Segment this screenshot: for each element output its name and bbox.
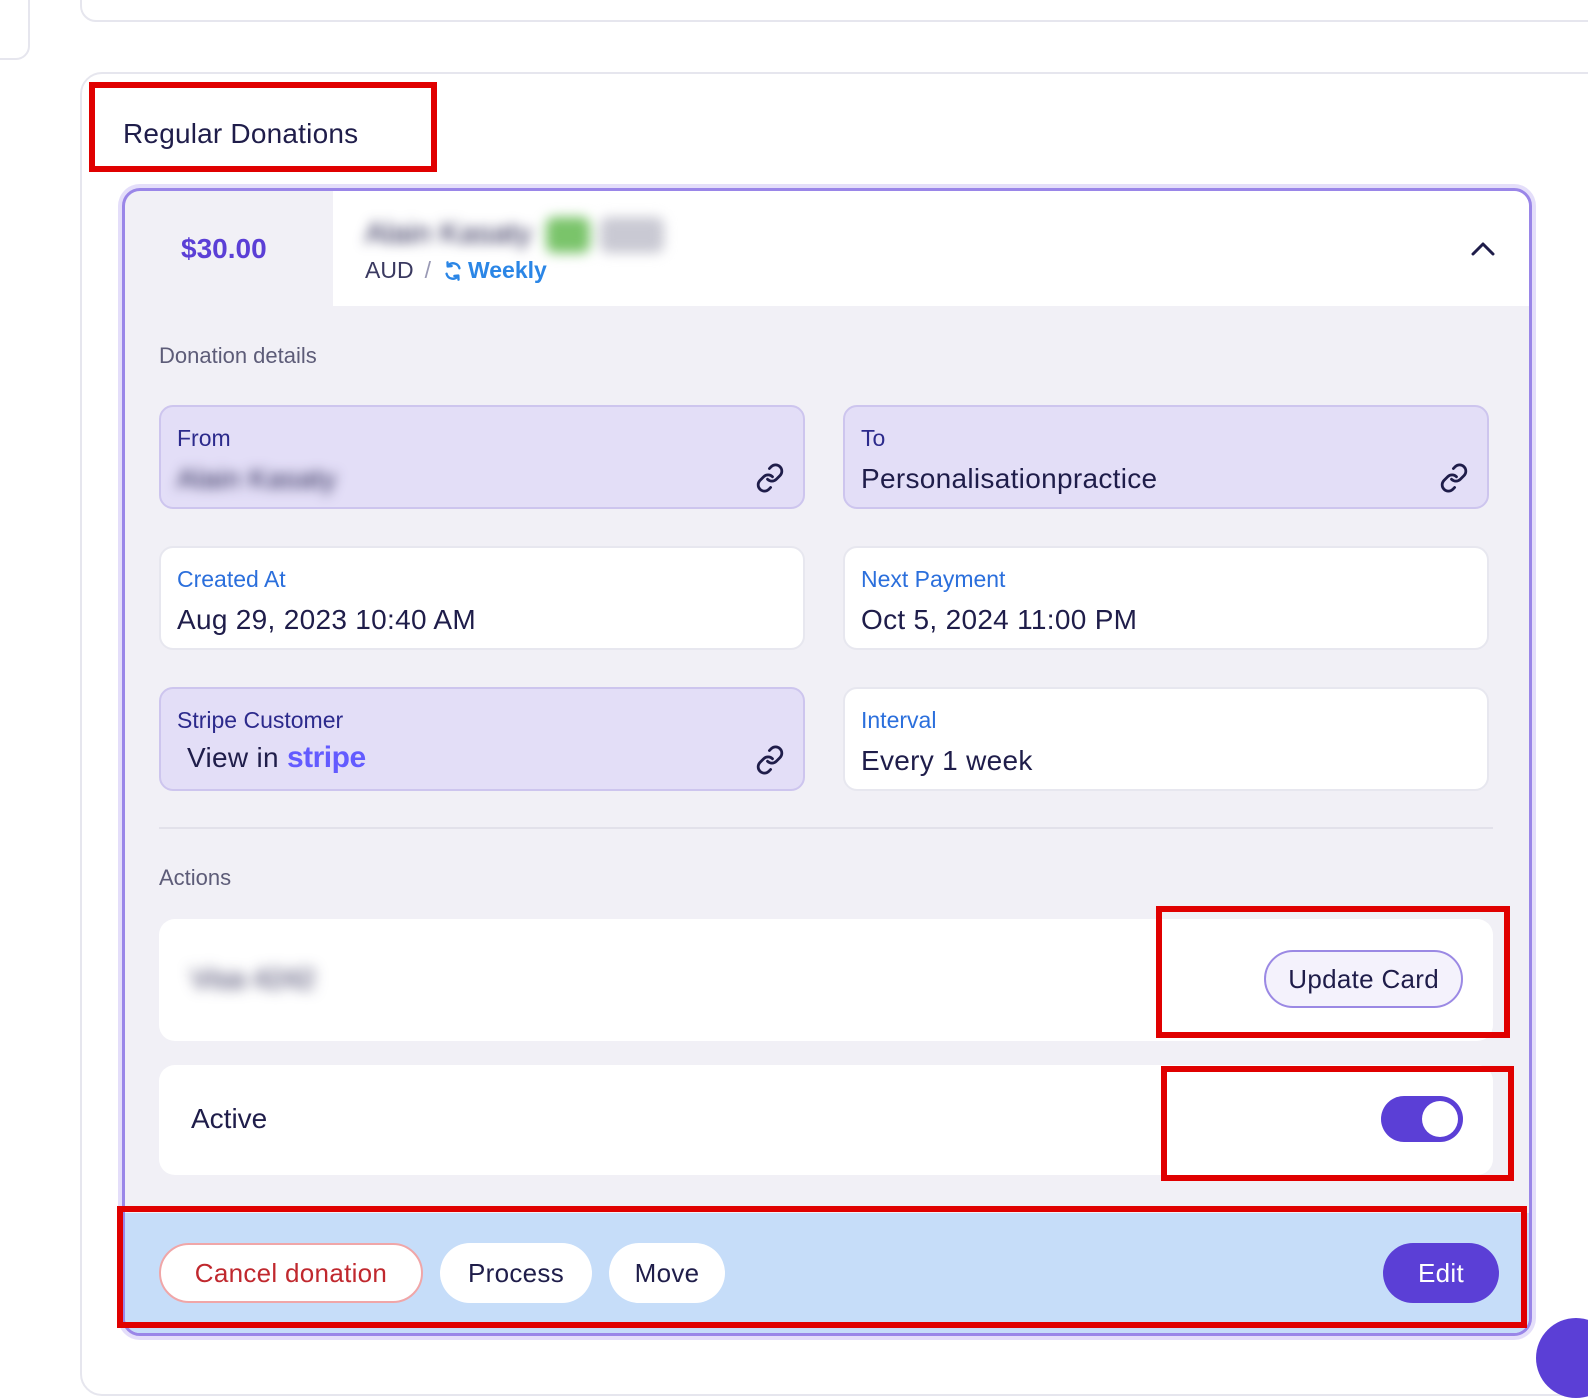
interval-value: Every 1 week [861,745,1033,776]
tag-badge [599,217,664,254]
cancel-donation-button[interactable]: Cancel donation [159,1243,423,1303]
previous-panel-fragment [0,0,30,60]
stripe-logo: stripe [286,741,366,774]
to-field[interactable]: To Personalisationpractice [843,405,1489,509]
section-title: Regular Donations [123,118,359,149]
interval-label: Interval [861,707,937,733]
process-button[interactable]: Process [440,1243,592,1303]
donation-header[interactable]: Alain Kasaty AUD / Weekly [333,191,1529,306]
edit-button[interactable]: Edit [1383,1243,1499,1303]
active-label: Active [191,1103,268,1134]
actions-heading: Actions [159,865,232,890]
active-status-row: Active [159,1065,1493,1175]
from-field[interactable]: From Alain Kasaty [159,405,805,509]
from-label: From [177,425,231,451]
link-icon [756,745,784,775]
collapse-button[interactable] [1467,233,1499,265]
chevron-up-icon [1471,242,1495,256]
stripe-customer-field[interactable]: Stripe Customer View in stripe [159,687,805,791]
interval-field: Interval Every 1 week [843,687,1489,791]
donor-name: Alain Kasaty [365,217,664,254]
payment-card-row: Visa 4242 Update Card [159,919,1493,1041]
view-in-text: View in [187,742,279,773]
created-at-value: Aug 29, 2023 10:40 AM [177,604,476,635]
from-value: Alain Kasaty [177,463,337,494]
meta-separator: / [424,257,431,283]
to-value: Personalisationpractice [861,463,1158,494]
next-payment-value: Oct 5, 2024 11:00 PM [861,604,1138,635]
donation-meta: AUD / Weekly [365,257,547,284]
link-icon [1440,463,1468,493]
donation-action-bar: Cancel donation Process Move Edit [125,1213,1529,1333]
donation-card: $30.00 Alain Kasaty AUD / Weekly Donatio… [122,188,1532,1336]
toggle-knob [1422,1101,1458,1137]
refresh-icon [445,260,461,281]
created-at-field: Created At Aug 29, 2023 10:40 AM [159,546,805,650]
frequency-label: Weekly [442,257,547,284]
donation-amount: $30.00 [181,233,267,264]
to-label: To [861,425,886,451]
update-card-button[interactable]: Update Card [1264,950,1463,1008]
section-divider [159,827,1493,829]
created-at-label: Created At [177,566,286,592]
next-payment-label: Next Payment [861,566,1006,592]
link-icon [756,463,784,493]
donation-details-heading: Donation details [159,343,317,368]
previous-card-fragment [80,0,1588,22]
currency-code: AUD [365,257,414,283]
masked-card-number: Visa 4242 [191,963,316,994]
active-toggle[interactable] [1381,1096,1463,1142]
status-badge [545,217,590,254]
move-button[interactable]: Move [609,1243,725,1303]
stripe-customer-value: View in stripe [187,741,366,775]
stripe-customer-label: Stripe Customer [177,707,344,733]
next-payment-field: Next Payment Oct 5, 2024 11:00 PM [843,546,1489,650]
